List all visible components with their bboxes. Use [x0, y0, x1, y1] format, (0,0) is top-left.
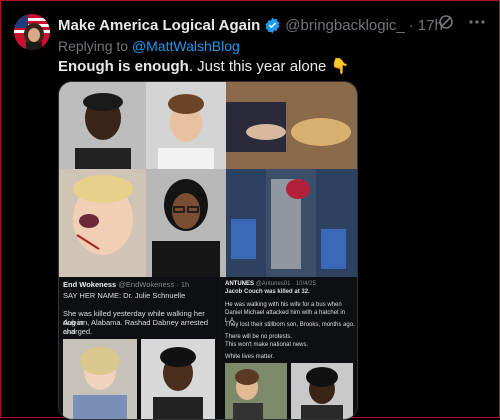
photo-embedded-couple: [225, 363, 287, 419]
avatar-image: [14, 14, 50, 50]
embedded-right-line2: He was walking with his wife for a bus w…: [225, 302, 342, 308]
embedded-right-name: ANTUNES: [225, 281, 255, 287]
avatar[interactable]: [14, 14, 50, 50]
author-handle[interactable]: @bringbacklogic_: [285, 17, 404, 34]
embedded-right-time: · 10/4/25: [292, 281, 316, 287]
embedded-left-line4: charged.: [63, 327, 93, 336]
photo-mugshot-1: [59, 82, 146, 169]
author-name[interactable]: Make America Logical Again: [58, 17, 260, 34]
embedded-left-handle: @EndWokeness: [118, 280, 175, 289]
photo-portrait-2: [146, 82, 226, 169]
more-icon[interactable]: [468, 19, 486, 25]
reply-context: Replying to @MattWalshBlog: [58, 38, 240, 54]
embedded-right-line6: This won't make national news.: [225, 342, 309, 348]
header-actions: [438, 14, 486, 30]
grok-icon[interactable]: [438, 14, 454, 30]
tweet-media-image[interactable]: End Wokeness @EndWokeness · 1h SAY HER N…: [58, 81, 358, 420]
embedded-left-time: · 1h: [176, 280, 190, 289]
tweet-text: Enough is enough. Just this year alone 👇: [58, 57, 349, 75]
embedded-right-line4: They lost their stillborn son, Brooks, m…: [225, 322, 355, 328]
pointing-down-emoji: 👇: [330, 58, 350, 75]
embedded-tweet-left: End Wokeness @EndWokeness · 1h SAY HER N…: [59, 277, 219, 419]
photo-child-4: [59, 169, 146, 277]
tweet-text-bold: Enough is enough: [58, 58, 189, 75]
photo-scene-3: [226, 82, 357, 169]
embedded-right-line7: White lives matter.: [225, 354, 275, 360]
reply-prefix: Replying to: [58, 38, 129, 54]
tweet-header: Make America Logical Again @bringbacklog…: [58, 15, 490, 35]
reply-mention-link[interactable]: @MattWalshBlog: [132, 38, 240, 54]
embedded-right-line5: There will be no protests.: [225, 334, 293, 340]
embedded-right-handle: @Antunes01: [255, 281, 291, 287]
photo-embedded-woman: [63, 339, 137, 419]
verified-badge-icon: [265, 17, 280, 33]
photo-woman-5: [146, 169, 226, 277]
embedded-tweet-right: ANTUNES @Antunes01 · 10/4/25 Jacob Couch…: [221, 277, 357, 419]
photo-train-6: [226, 169, 357, 277]
tweet-text-rest: . Just this year alone: [188, 58, 327, 75]
embedded-left-name: End Wokeness: [63, 280, 117, 289]
photo-embedded-suspect: [291, 363, 353, 419]
embedded-left-line1: SAY HER NAME: Dr. Julie Schnuelle: [63, 291, 186, 300]
separator-dot: ·: [408, 16, 414, 34]
photo-embedded-man: [141, 339, 215, 419]
embedded-right-line1: Jacob Couch was killed at 32.: [225, 289, 310, 295]
